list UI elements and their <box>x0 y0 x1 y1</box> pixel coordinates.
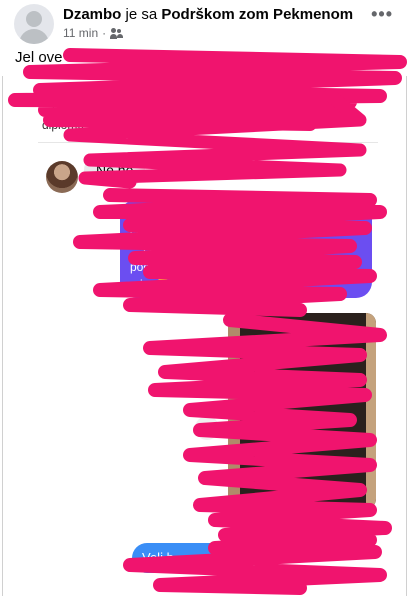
sent-line-3-text: ... cemo ovi <box>130 243 192 257</box>
shared-photo[interactable] <box>228 313 376 509</box>
post-meta: 11 min · <box>63 26 124 40</box>
quoted-line-2: diplomo <box>42 118 85 132</box>
author-connector: je sa <box>121 6 162 23</box>
sent-line-1: At <box>130 209 142 223</box>
sent-line-3: ... cemo ovi Ako <box>130 242 362 259</box>
author-avatar[interactable] <box>14 4 54 44</box>
tagged-user[interactable]: Podrškom zom Pekmenom <box>161 6 353 23</box>
quoted-line-1-tail: nea sa <box>235 104 272 118</box>
bottom-message-bubble: Veli b <box>132 543 232 573</box>
contact-avatar <box>46 161 78 193</box>
screenshot-border-right <box>406 76 407 596</box>
sent-line-5: ...im <box>130 276 362 293</box>
meta-separator: · <box>102 26 107 40</box>
author-name[interactable]: Dzambo <box>63 6 121 23</box>
sent-line-4-text: pogodn <box>130 260 171 274</box>
photo-edge-left <box>228 313 240 509</box>
quoted-line-1: miru <box>42 104 66 118</box>
avatar-placeholder-body <box>19 29 49 44</box>
share-icon[interactable]: ▲ <box>195 416 219 440</box>
friends-icon[interactable] <box>110 27 124 39</box>
avatar-placeholder-head <box>26 11 42 27</box>
sent-line-4-tail: nece <box>280 260 307 274</box>
post-time[interactable]: 11 min <box>63 26 98 40</box>
sent-line-5-text: ...im <box>130 277 153 291</box>
photo-edge-right <box>366 313 376 509</box>
sent-line-2: sme ... <box>130 226 167 240</box>
laughing-emoji-icon <box>172 277 187 292</box>
sent-line-3-tail: Ako <box>251 243 273 257</box>
quoted-message: miru nea sa diplomo <box>42 104 372 132</box>
more-options-button[interactable]: ••• <box>371 4 393 25</box>
laughing-emoji-icon <box>156 277 171 292</box>
post-header: Dzambo je sa Podrškom zom Pekmenom 11 mi… <box>0 0 409 48</box>
sent-message-bubble: At sme ... ... cemo ovi Ako pogodn nece ..… <box>120 200 372 298</box>
post-caption: Jel ove <box>15 49 63 66</box>
sent-line-4: pogodn nece <box>130 259 362 276</box>
received-message-bubble: Ne ne <box>84 154 146 186</box>
author-line: Dzambo je sa Podrškom zom Pekmenom <box>63 6 353 23</box>
divider <box>38 142 378 143</box>
screenshot-border-left <box>2 76 3 596</box>
